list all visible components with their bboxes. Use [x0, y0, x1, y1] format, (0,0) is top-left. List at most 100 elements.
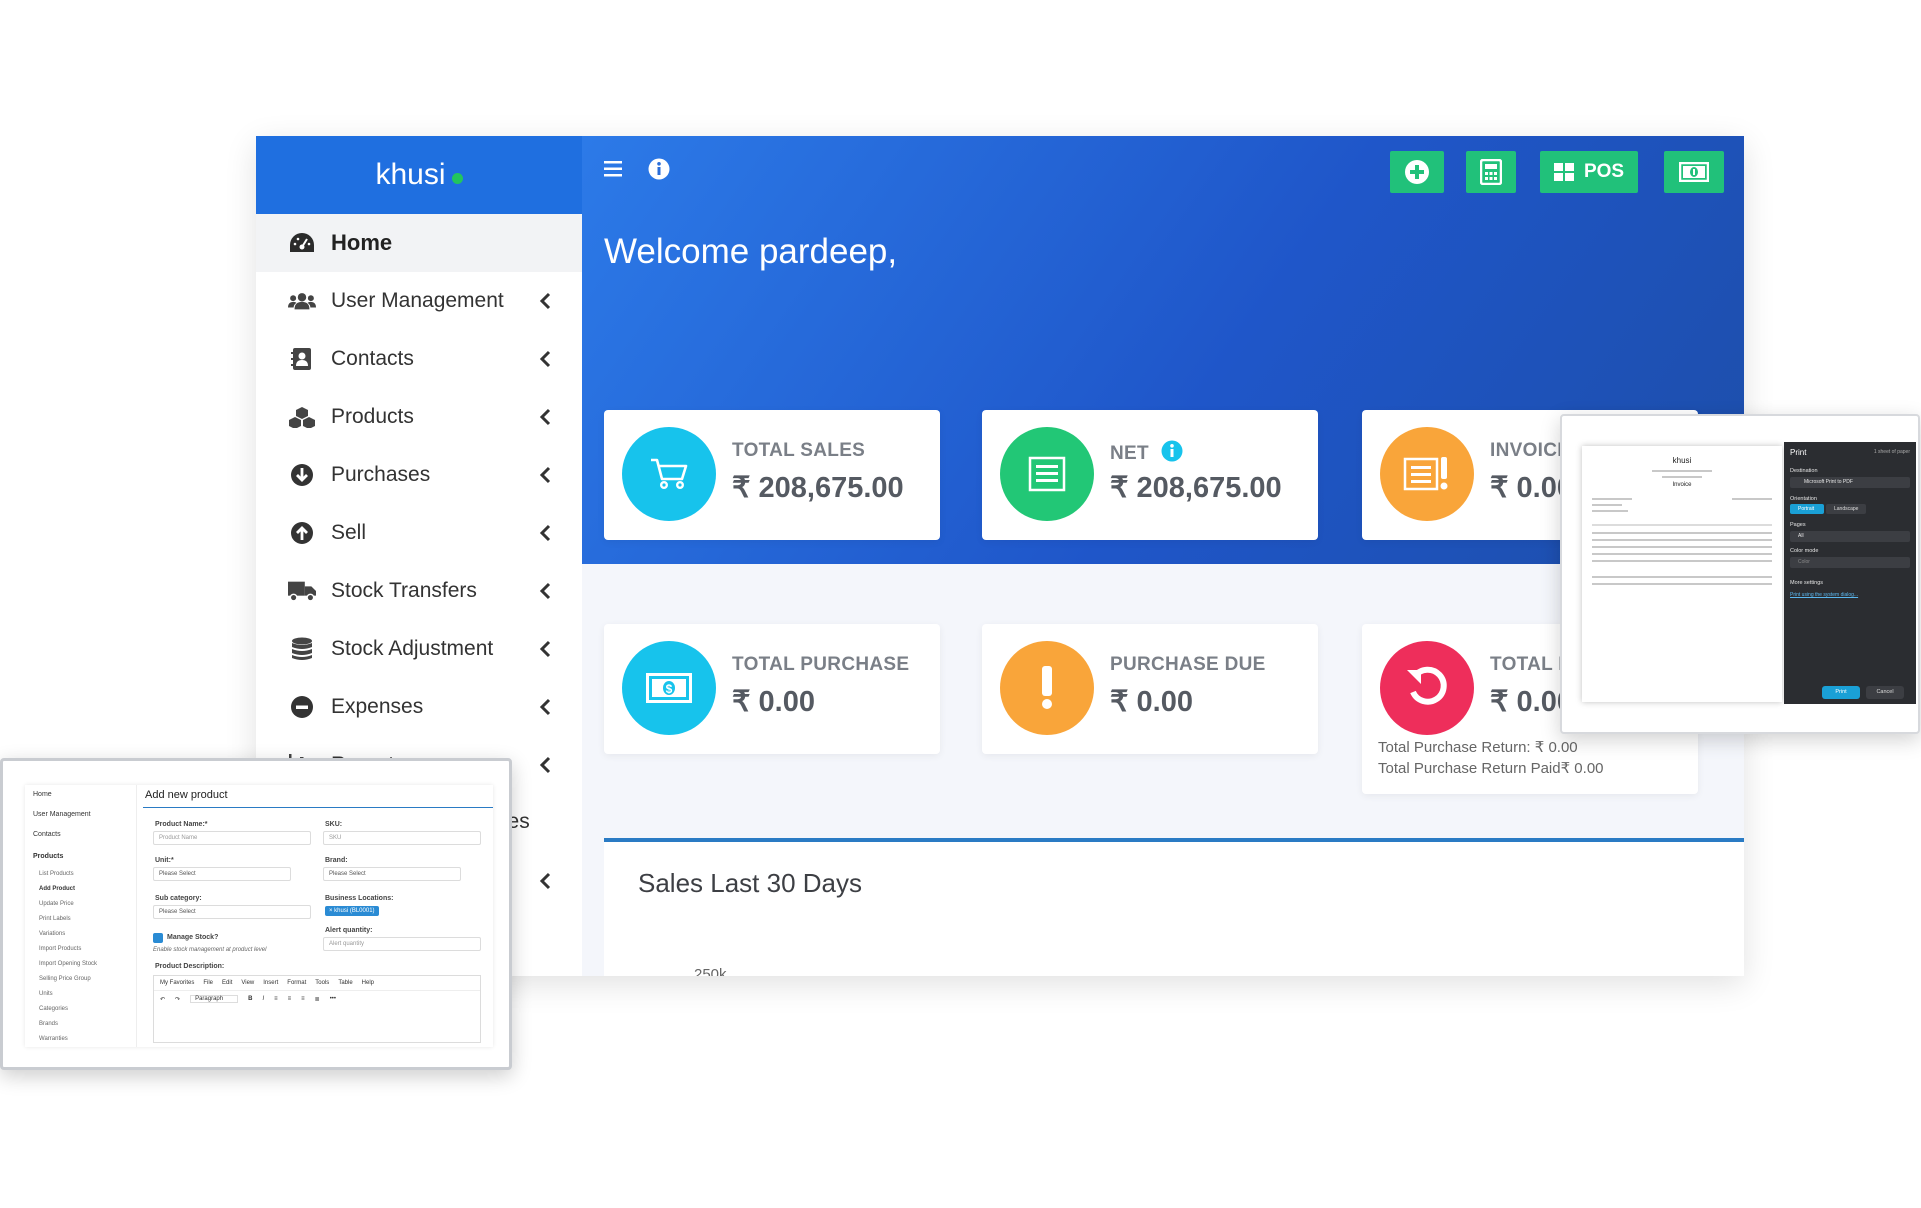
sidebar-item-stock-adjustment[interactable]: Stock Adjustment — [256, 620, 582, 678]
mini-sub-item[interactable]: Import Opening Stock — [39, 961, 97, 967]
mini-sub-item[interactable]: Add Product — [39, 886, 75, 892]
mini-sidebar-item[interactable]: Products — [33, 853, 63, 860]
mini-sub-item[interactable]: Categories — [39, 1006, 68, 1012]
mini-sub-item[interactable]: Variations — [39, 931, 65, 937]
sidebar-item-purchases[interactable]: Purchases — [256, 446, 582, 504]
sku-input[interactable]: SKU — [323, 831, 481, 845]
sidebar-item-products[interactable]: Products — [256, 388, 582, 446]
sales-chart-panel: Sales Last 30 Days 250k — [604, 838, 1744, 976]
mini-sub-item[interactable]: Import Products — [39, 946, 81, 952]
manage-stock-label: Manage Stock? — [167, 934, 219, 941]
info-icon[interactable] — [1161, 440, 1183, 462]
portrait-option[interactable]: Portrait — [1790, 504, 1824, 514]
brand-select[interactable]: Please Select — [323, 867, 461, 881]
align-right-icon[interactable]: ≡ — [301, 996, 305, 1002]
italic-icon[interactable]: I — [262, 996, 264, 1002]
pages-select[interactable]: All — [1790, 531, 1910, 542]
cash-register-button[interactable] — [1664, 151, 1724, 193]
editor-menu-item[interactable]: Insert — [263, 980, 278, 986]
database-icon — [288, 635, 316, 663]
chevron-left-icon[interactable] — [536, 639, 556, 659]
landscape-option[interactable]: Landscape — [1826, 504, 1866, 514]
card-icon-circle — [1000, 641, 1094, 735]
justify-icon[interactable]: ≣ — [315, 996, 320, 1003]
more-icon[interactable]: ••• — [330, 996, 336, 1002]
mini-sidebar-item[interactable]: Contacts — [33, 831, 61, 838]
chevron-left-icon[interactable] — [536, 755, 556, 775]
sidebar-item-stock-transfers[interactable]: Stock Transfers — [256, 562, 582, 620]
title-underline — [143, 807, 493, 808]
mini-sub-item[interactable]: Warranties — [39, 1036, 68, 1042]
mini-sidebar-item[interactable]: Home — [33, 791, 52, 798]
calculator-button[interactable] — [1466, 151, 1516, 193]
editor-menu-item[interactable]: My Favorites — [160, 980, 194, 986]
editor-menu-item[interactable]: Format — [287, 980, 306, 986]
editor-menubar: My Favorites File Edit View Insert Forma… — [154, 976, 480, 991]
mini-sub-item[interactable]: Print Labels — [39, 916, 71, 922]
paragraph-select[interactable]: Paragraph — [190, 995, 239, 1003]
sidebar-item-label: Sell — [331, 521, 367, 544]
manage-stock-checkbox[interactable] — [153, 933, 163, 943]
editor-menu-item[interactable]: Table — [338, 980, 352, 986]
add-button[interactable] — [1390, 151, 1444, 193]
mini-sub-item[interactable]: Selling Price Group — [39, 976, 91, 982]
mini-sub-item[interactable]: Units — [39, 991, 53, 997]
redo-icon[interactable]: ↷ — [175, 996, 180, 1003]
editor-menu-item[interactable]: File — [203, 980, 213, 986]
editor-menu-item[interactable]: View — [241, 980, 254, 986]
alert-qty-input[interactable]: Alert quantity — [323, 937, 481, 951]
align-center-icon[interactable]: ≡ — [288, 996, 292, 1002]
exclamation-icon — [1042, 666, 1052, 709]
cancel-button[interactable]: Cancel — [1866, 686, 1904, 699]
color-mode-select[interactable]: Color — [1790, 557, 1910, 568]
mini-sub-item[interactable]: List Products — [39, 871, 74, 877]
sidebar-item-expenses[interactable]: Expenses — [256, 678, 582, 736]
description-editor[interactable]: My Favorites File Edit View Insert Forma… — [153, 975, 481, 1043]
chevron-left-icon[interactable] — [536, 291, 556, 311]
preview-brand: khusi — [1672, 456, 1692, 465]
chevron-left-icon[interactable] — [536, 465, 556, 485]
chevron-left-icon[interactable] — [536, 523, 556, 543]
card-value: ₹ 0.00 — [1110, 686, 1193, 718]
destination-value: Microsoft Print to PDF — [1804, 479, 1853, 485]
mini-sub-item[interactable]: Update Price — [39, 901, 74, 907]
subcategory-select[interactable]: Please Select — [153, 905, 311, 919]
editor-menu-item[interactable]: Edit — [222, 980, 232, 986]
sidebar-item-user-management[interactable]: User Management — [256, 272, 582, 330]
editor-menu-item[interactable]: Tools — [315, 980, 329, 986]
chevron-left-icon[interactable] — [536, 407, 556, 427]
editor-toolbar: ↶ ↷ Paragraph B I ≡ ≡ ≡ ≣ ••• — [154, 991, 480, 1007]
info-icon[interactable] — [648, 158, 670, 180]
chevron-left-icon[interactable] — [536, 349, 556, 369]
preview-line — [1732, 498, 1772, 500]
sidebar-item-contacts[interactable]: Contacts — [256, 330, 582, 388]
sidebar-item-home[interactable]: Home — [256, 214, 582, 272]
chevron-left-icon[interactable] — [536, 581, 556, 601]
mini-sub-item[interactable]: Brands — [39, 1021, 58, 1027]
mini-sidebar-item[interactable]: User Management — [33, 811, 91, 818]
more-settings-toggle[interactable]: More settings — [1790, 580, 1823, 586]
print-button[interactable]: Print — [1822, 686, 1860, 699]
pos-button[interactable]: POS — [1540, 151, 1638, 193]
chevron-left-icon[interactable] — [536, 871, 556, 891]
undo-icon[interactable]: ↶ — [160, 996, 165, 1003]
bold-icon[interactable]: B — [248, 996, 252, 1002]
chevron-left-icon[interactable] — [536, 697, 556, 717]
system-dialog-link[interactable]: Print using the system dialog... — [1790, 592, 1858, 598]
location-tag[interactable]: × khusi (BL0001) — [325, 906, 379, 916]
invoice-alert-icon — [1403, 457, 1448, 491]
card-icon-circle — [622, 427, 716, 521]
product-name-input[interactable]: Product Name — [153, 831, 311, 845]
preview-line — [1592, 576, 1772, 578]
hamburger-menu-icon[interactable] — [604, 160, 624, 178]
unit-select[interactable]: Please Select — [153, 867, 291, 881]
editor-menu-item[interactable]: Help — [362, 980, 374, 986]
destination-select[interactable]: Microsoft Print to PDF — [1790, 477, 1910, 488]
sidebar-item-sell[interactable]: Sell — [256, 504, 582, 562]
purchase-return-paid: Total Purchase Return Paid₹ 0.00 — [1378, 760, 1604, 777]
dashboard-icon — [288, 229, 316, 257]
welcome-heading: Welcome pardeep, — [604, 232, 898, 271]
brand-header[interactable]: khusi — [256, 136, 582, 214]
truck-icon — [288, 577, 316, 605]
align-left-icon[interactable]: ≡ — [274, 996, 278, 1002]
